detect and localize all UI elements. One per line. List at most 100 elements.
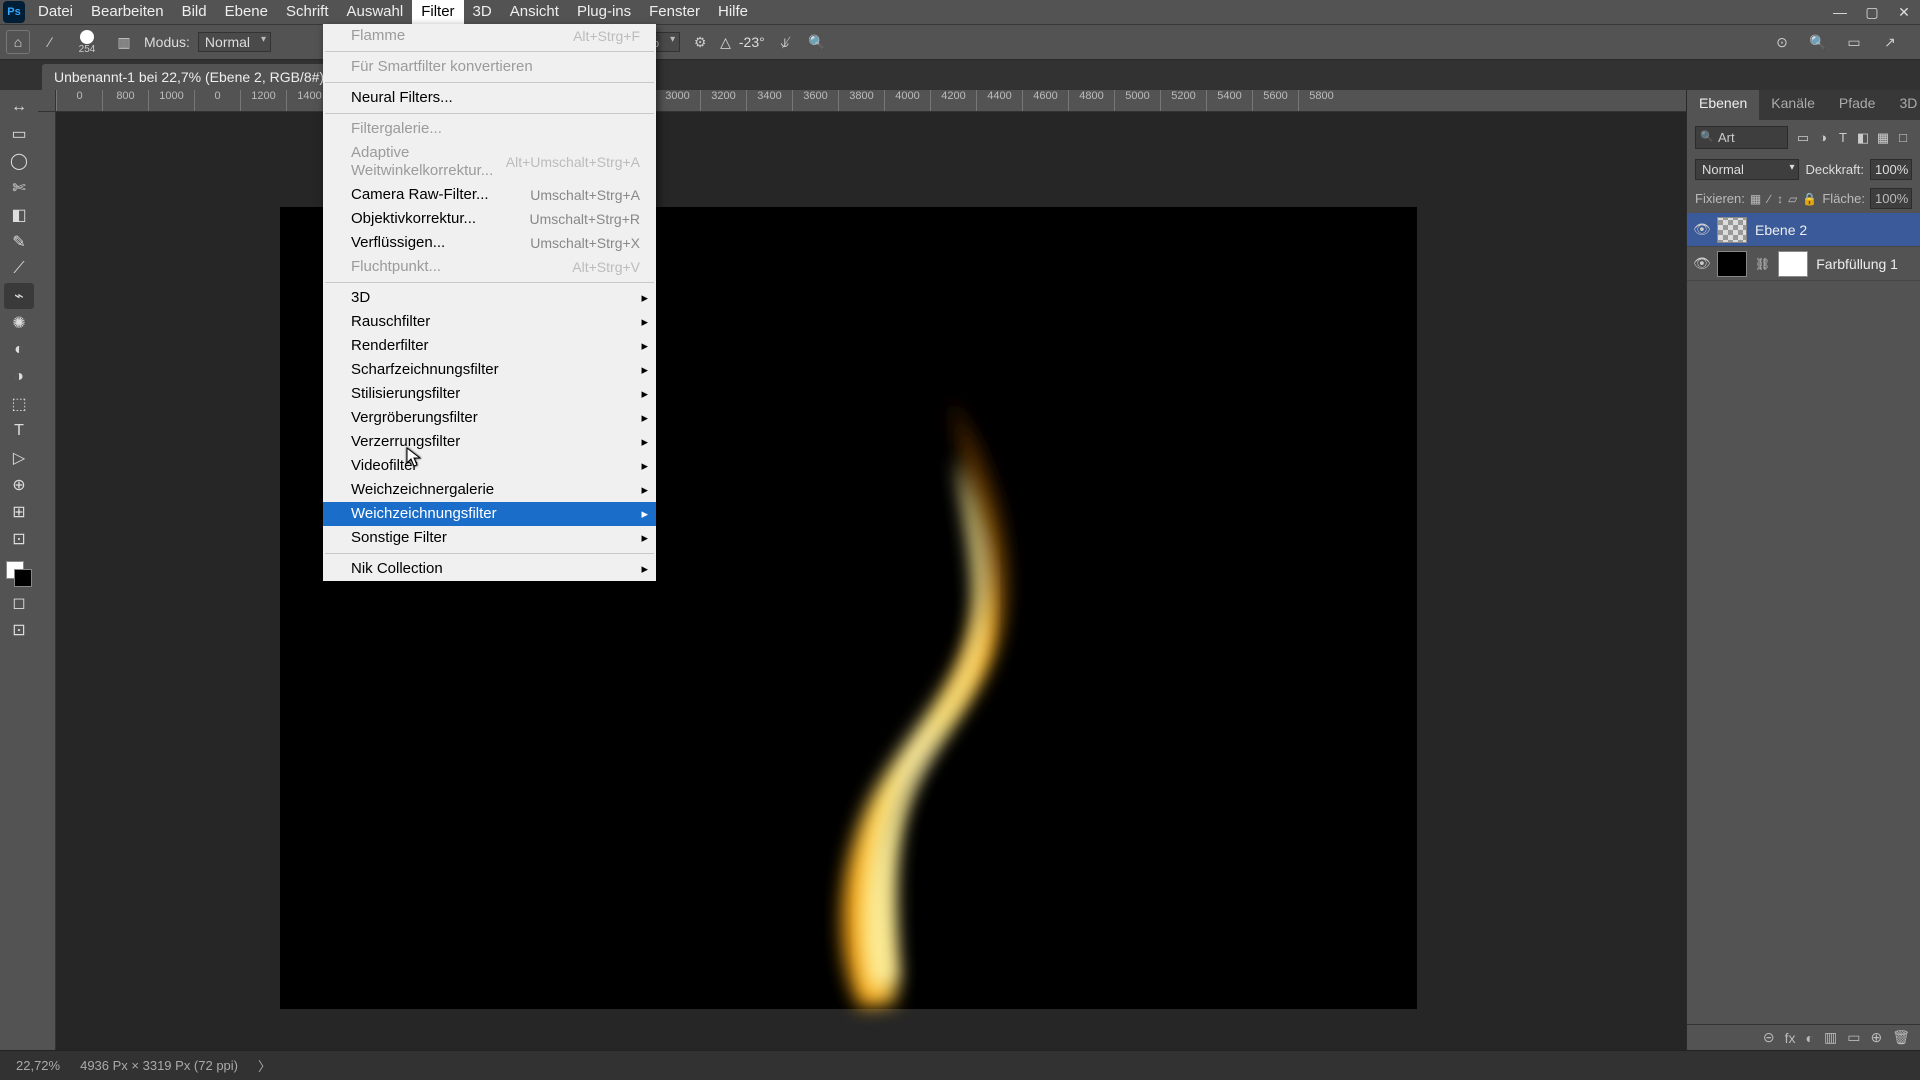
menubar-item-plug-ins[interactable]: Plug-ins: [568, 0, 640, 24]
ruler-origin[interactable]: [38, 90, 56, 112]
mask-thumbnail[interactable]: [1778, 251, 1808, 277]
share-icon[interactable]: ↗: [1878, 30, 1902, 54]
menubar-item-schrift[interactable]: Schrift: [277, 0, 338, 24]
zoom-icon[interactable]: 🔍: [1806, 30, 1830, 54]
lock-icon-1[interactable]: ∕: [1766, 192, 1772, 206]
tool-11[interactable]: ⬚: [4, 391, 34, 417]
symmetry-icon[interactable]: 🔍: [805, 30, 829, 54]
zoom-level[interactable]: 22,72%: [16, 1058, 60, 1073]
minimize-button[interactable]: —: [1824, 0, 1856, 24]
tool-10[interactable]: ◑: [4, 364, 34, 390]
lock-icon-3[interactable]: ▱: [1788, 192, 1797, 206]
menubar-item-filter[interactable]: Filter: [412, 0, 463, 24]
layer-row[interactable]: 👁Ebene 2: [1687, 213, 1920, 247]
layers-footer-icon-3[interactable]: ▥: [1824, 1029, 1837, 1046]
menu-item-neural-filters[interactable]: Neural Filters...: [323, 86, 656, 110]
menu-item-weichzeichnergalerie[interactable]: Weichzeichnergalerie: [323, 478, 656, 502]
opacity-input[interactable]: 100%: [1870, 159, 1912, 180]
tool-4[interactable]: ◧: [4, 202, 34, 228]
menu-item-3d[interactable]: 3D: [323, 286, 656, 310]
blend-mode-dropdown[interactable]: Normal: [198, 32, 271, 52]
panel-tab-kanäle[interactable]: Kanäle: [1759, 90, 1827, 120]
menu-item-videofilter[interactable]: Videofilter: [323, 454, 656, 478]
tool-3[interactable]: ✄: [4, 175, 34, 201]
menu-item-objektivkorrektur[interactable]: Objektivkorrektur...Umschalt+Strg+R: [323, 207, 656, 231]
tool-5[interactable]: ✎: [4, 229, 34, 255]
filter-type-icon-1[interactable]: ◑: [1814, 129, 1832, 147]
ruler-vertical[interactable]: [38, 112, 56, 1050]
layer-name[interactable]: Farbfüllung 1: [1816, 256, 1898, 272]
tool-2[interactable]: ◯: [4, 148, 34, 174]
link-icon[interactable]: ⛓: [1755, 257, 1770, 271]
tool-1[interactable]: ▭: [4, 121, 34, 147]
menu-item-nik-collection[interactable]: Nik Collection: [323, 557, 656, 581]
quickmask-icon[interactable]: ◻: [4, 590, 34, 616]
menu-item-verfl-ssigen[interactable]: Verflüssigen...Umschalt+Strg+X: [323, 231, 656, 255]
filter-type-icon-3[interactable]: ◧: [1854, 129, 1872, 147]
lock-icon-4[interactable]: 🔒: [1802, 192, 1817, 206]
menubar-item-auswahl[interactable]: Auswahl: [338, 0, 413, 24]
smoothing-gear-icon[interactable]: ⚙: [688, 30, 712, 54]
document-tab[interactable]: Unbenannt-1 bei 22,7% (Ebene 2, RGB/8#) …: [42, 64, 362, 90]
close-button[interactable]: ✕: [1888, 0, 1920, 24]
menubar-item-fenster[interactable]: Fenster: [640, 0, 709, 24]
tool-6[interactable]: ⟋: [4, 256, 34, 282]
menu-item-verzerrungsfilter[interactable]: Verzerrungsfilter: [323, 430, 656, 454]
layer-name[interactable]: Ebene 2: [1755, 222, 1807, 238]
tool-7[interactable]: ⌁: [4, 283, 34, 309]
menubar-item-ansicht[interactable]: Ansicht: [501, 0, 568, 24]
menu-item-stilisierungsfilter[interactable]: Stilisierungsfilter: [323, 382, 656, 406]
search-icon[interactable]: ⊙: [1770, 30, 1794, 54]
layers-footer-icon-0[interactable]: ⊝: [1763, 1029, 1775, 1046]
fill-input[interactable]: 100%: [1870, 188, 1912, 209]
tool-9[interactable]: ◐: [4, 337, 34, 363]
layers-footer-icon-6[interactable]: 🗑: [1892, 1029, 1910, 1046]
pressure-icon[interactable]: ⫝̸: [773, 30, 797, 54]
brush-preview[interactable]: 254: [70, 27, 104, 57]
brush-panel-icon[interactable]: ▥: [112, 30, 136, 54]
filter-type-icon-0[interactable]: ▭: [1794, 129, 1812, 147]
visibility-icon[interactable]: 👁: [1693, 255, 1709, 272]
menu-item-weichzeichnungsfilter[interactable]: Weichzeichnungsfilter: [323, 502, 656, 526]
layer-thumbnail[interactable]: [1717, 217, 1747, 243]
canvas-area[interactable]: 0800100001200140016001800200022002400260…: [38, 90, 1686, 1050]
ruler-horizontal[interactable]: 0800100001200140016001800200022002400260…: [56, 90, 1686, 112]
tool-12[interactable]: T: [4, 418, 34, 444]
menu-item-sonstige-filter[interactable]: Sonstige Filter: [323, 526, 656, 550]
background-color[interactable]: [14, 569, 32, 587]
menubar-item-hilfe[interactable]: Hilfe: [709, 0, 757, 24]
workspace-icon[interactable]: ▭: [1842, 30, 1866, 54]
menu-item-camera-raw-filter[interactable]: Camera Raw-Filter...Umschalt+Strg+A: [323, 183, 656, 207]
tool-13[interactable]: ▷: [4, 445, 34, 471]
layers-footer-icon-4[interactable]: ▭: [1847, 1029, 1860, 1046]
layers-footer-icon-5[interactable]: ⊕: [1870, 1029, 1882, 1046]
layers-footer-icon-2[interactable]: ◐: [1806, 1030, 1814, 1046]
status-arrow-icon[interactable]: 〉: [258, 1056, 271, 1075]
lock-icon-2[interactable]: ↕: [1777, 192, 1783, 206]
menu-item-vergr-berungsfilter[interactable]: Vergröberungsfilter: [323, 406, 656, 430]
panel-tab-ebenen[interactable]: Ebenen: [1687, 90, 1759, 120]
layer-search-input[interactable]: Art: [1695, 126, 1788, 149]
maximize-button[interactable]: ▢: [1856, 0, 1888, 24]
brush-tool-icon[interactable]: ∕: [38, 30, 62, 54]
tool-8[interactable]: ✺: [4, 310, 34, 336]
filter-type-icon-5[interactable]: □: [1894, 129, 1912, 147]
screenmode-icon[interactable]: ⊡: [4, 617, 34, 643]
home-icon[interactable]: ⌂: [6, 30, 30, 54]
tool-14[interactable]: ⊕: [4, 472, 34, 498]
angle-value[interactable]: -23°: [739, 34, 765, 50]
menu-item-renderfilter[interactable]: Renderfilter: [323, 334, 656, 358]
menubar-item-datei[interactable]: Datei: [29, 0, 82, 24]
menubar-item-ebene[interactable]: Ebene: [216, 0, 277, 24]
layer-row[interactable]: 👁 ⛓ Farbfüllung 1: [1687, 247, 1920, 281]
color-swatches[interactable]: [4, 559, 34, 589]
lock-icon-0[interactable]: ▦: [1750, 192, 1761, 206]
menubar-item-3d[interactable]: 3D: [464, 0, 501, 24]
panel-tab-pfade[interactable]: Pfade: [1827, 90, 1888, 120]
layer-thumbnail[interactable]: [1717, 251, 1747, 277]
tool-15[interactable]: ⊞: [4, 499, 34, 525]
panel-tab-3d[interactable]: 3D: [1887, 90, 1920, 120]
menu-item-scharfzeichnungsfilter[interactable]: Scharfzeichnungsfilter: [323, 358, 656, 382]
tool-16[interactable]: ⊡: [4, 526, 34, 552]
layer-blend-dropdown[interactable]: Normal: [1695, 159, 1799, 180]
